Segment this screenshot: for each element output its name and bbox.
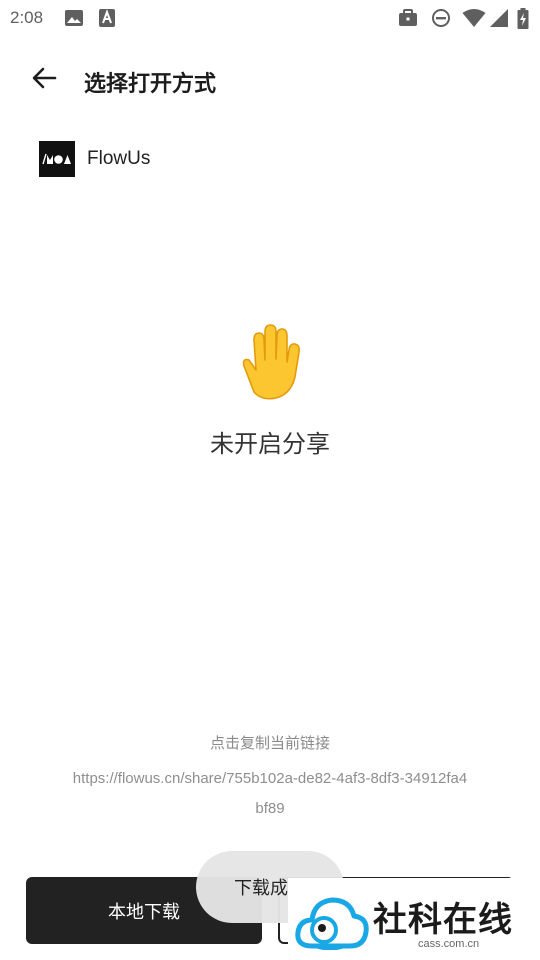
battery-charging-icon: [517, 8, 529, 34]
wifi-icon: [462, 8, 486, 32]
briefcase-icon: [398, 8, 418, 32]
watermark: 社科在线 cass.com.cn: [288, 878, 540, 960]
do-not-disturb-icon: [431, 8, 451, 32]
text-a-icon: [98, 8, 116, 32]
copy-link-hint[interactable]: 点击复制当前链接: [0, 732, 540, 753]
raised-hand-icon: [232, 322, 304, 402]
watermark-title: 社科在线: [373, 900, 513, 940]
app-option-flowus[interactable]: FlowUs: [39, 140, 150, 178]
signal-icon: [489, 8, 509, 32]
share-link[interactable]: https://flowus.cn/share/755b102a-de82-4a…: [70, 764, 470, 824]
share-disabled-text: 未开启分享: [210, 430, 330, 458]
page-title: 选择打开方式: [84, 72, 217, 97]
app-bar: 选择打开方式: [0, 52, 540, 108]
arrow-back-icon: [32, 67, 57, 89]
back-button[interactable]: [24, 58, 64, 98]
cloud-logo-icon: [295, 897, 369, 950]
image-icon: [64, 8, 84, 32]
app-name: FlowUs: [87, 148, 151, 169]
status-bar: 2:08: [0, 0, 540, 36]
watermark-subtitle: cass.com.cn: [418, 938, 480, 950]
status-time: 2:08: [10, 8, 44, 27]
flowus-logo-icon: [39, 141, 75, 177]
